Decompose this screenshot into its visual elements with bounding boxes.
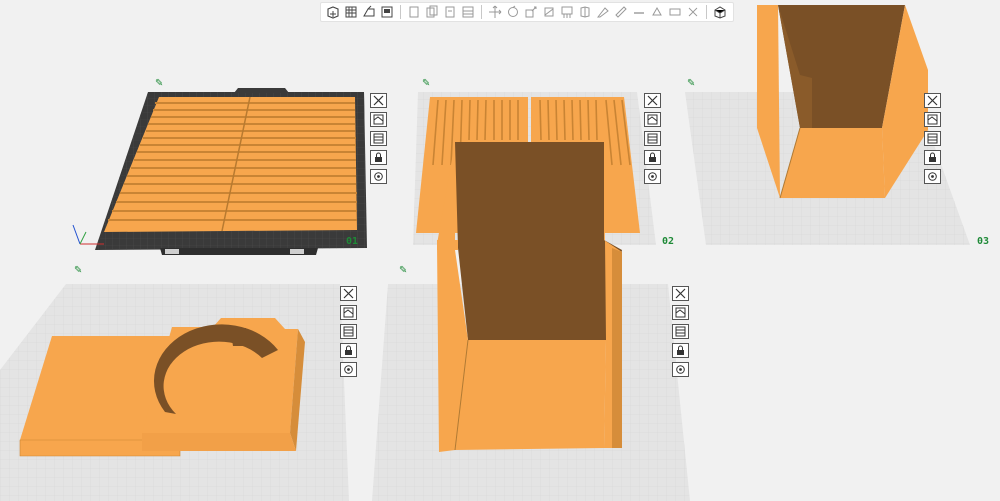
settings-icon[interactable] xyxy=(672,362,689,377)
toolbar-separator xyxy=(481,5,482,19)
orient-icon[interactable] xyxy=(370,131,387,146)
orient-icon[interactable] xyxy=(672,324,689,339)
seam-icon[interactable] xyxy=(578,5,593,20)
toolbar-separator xyxy=(706,5,707,19)
layer-icon[interactable] xyxy=(380,5,395,20)
move-icon[interactable] xyxy=(488,5,503,20)
orient-icon[interactable] xyxy=(340,324,357,339)
delete-icon[interactable] xyxy=(443,5,458,20)
plate-01[interactable] xyxy=(72,88,367,255)
support-icon[interactable] xyxy=(560,5,575,20)
mesh-boolean-icon[interactable] xyxy=(650,5,665,20)
plate-01-edit-icon[interactable]: ✎ xyxy=(155,78,163,89)
close-icon[interactable] xyxy=(340,286,357,301)
plate-04-edit-icon[interactable]: ✎ xyxy=(74,265,82,276)
close-icon[interactable] xyxy=(924,93,941,108)
plate-05-tools xyxy=(672,286,689,381)
settings-icon[interactable] xyxy=(340,362,357,377)
plate-01-tools xyxy=(370,93,387,188)
plate-05-edit-icon[interactable]: ✎ xyxy=(399,265,407,276)
emboss-icon[interactable] xyxy=(686,5,701,20)
close-icon[interactable] xyxy=(370,93,387,108)
plate-01-bed-label-2 xyxy=(290,249,304,254)
tall-box-model[interactable] xyxy=(437,142,622,452)
split-icon[interactable] xyxy=(461,5,476,20)
plate-01-bed-label xyxy=(165,249,179,254)
lock-icon[interactable] xyxy=(672,343,689,358)
close-icon[interactable] xyxy=(644,93,661,108)
view-icon[interactable] xyxy=(713,5,728,20)
paste-icon[interactable] xyxy=(425,5,440,20)
add-icon[interactable] xyxy=(326,5,341,20)
lock-icon[interactable] xyxy=(644,150,661,165)
tall-box-floor[interactable] xyxy=(455,340,606,450)
orient-icon[interactable] xyxy=(644,131,661,146)
settings-icon[interactable] xyxy=(644,169,661,184)
tall-box-right-edge xyxy=(612,248,622,448)
settings-icon[interactable] xyxy=(370,169,387,184)
top-toolbar xyxy=(320,2,734,22)
cut-icon[interactable] xyxy=(542,5,557,20)
arrange-icon[interactable] xyxy=(340,305,357,320)
arrange-icon[interactable] xyxy=(672,305,689,320)
scale-icon[interactable] xyxy=(524,5,539,20)
plate-02-edit-icon[interactable]: ✎ xyxy=(422,78,430,89)
settings-icon[interactable] xyxy=(924,169,941,184)
close-icon[interactable] xyxy=(672,286,689,301)
plate-03-number: 03 xyxy=(977,236,990,247)
lock-icon[interactable] xyxy=(340,343,357,358)
assembly-icon[interactable] xyxy=(668,5,683,20)
plate-03-tools xyxy=(924,93,941,188)
plate-04[interactable] xyxy=(0,284,349,501)
lock-icon[interactable] xyxy=(924,150,941,165)
arrange-icon[interactable] xyxy=(344,5,359,20)
text-icon[interactable] xyxy=(632,5,647,20)
paint-icon[interactable] xyxy=(596,5,611,20)
orient-icon[interactable] xyxy=(924,131,941,146)
orient-icon[interactable] xyxy=(362,5,377,20)
tall-box-back-wall xyxy=(455,142,622,340)
measure-icon[interactable] xyxy=(614,5,629,20)
rotate-icon[interactable] xyxy=(506,5,521,20)
3d-viewport[interactable] xyxy=(0,0,1000,501)
plate-04-tools xyxy=(340,286,357,381)
plate-03-edit-icon[interactable]: ✎ xyxy=(687,78,695,89)
arrange-icon[interactable] xyxy=(924,112,941,127)
plate-01-number: 01 xyxy=(346,236,359,247)
plate-04-holder-front xyxy=(142,433,296,451)
arrange-icon[interactable] xyxy=(370,112,387,127)
arrange-icon[interactable] xyxy=(644,112,661,127)
plate-01-bed-tab xyxy=(234,88,289,93)
plate-04-ring-notch xyxy=(230,328,249,346)
plate-02-number: 02 xyxy=(662,236,675,247)
toolbar-separator xyxy=(400,5,401,19)
plate-02-tools xyxy=(644,93,661,188)
copy-icon[interactable] xyxy=(407,5,422,20)
tall-box-left-rim xyxy=(437,240,458,250)
lock-icon[interactable] xyxy=(370,150,387,165)
